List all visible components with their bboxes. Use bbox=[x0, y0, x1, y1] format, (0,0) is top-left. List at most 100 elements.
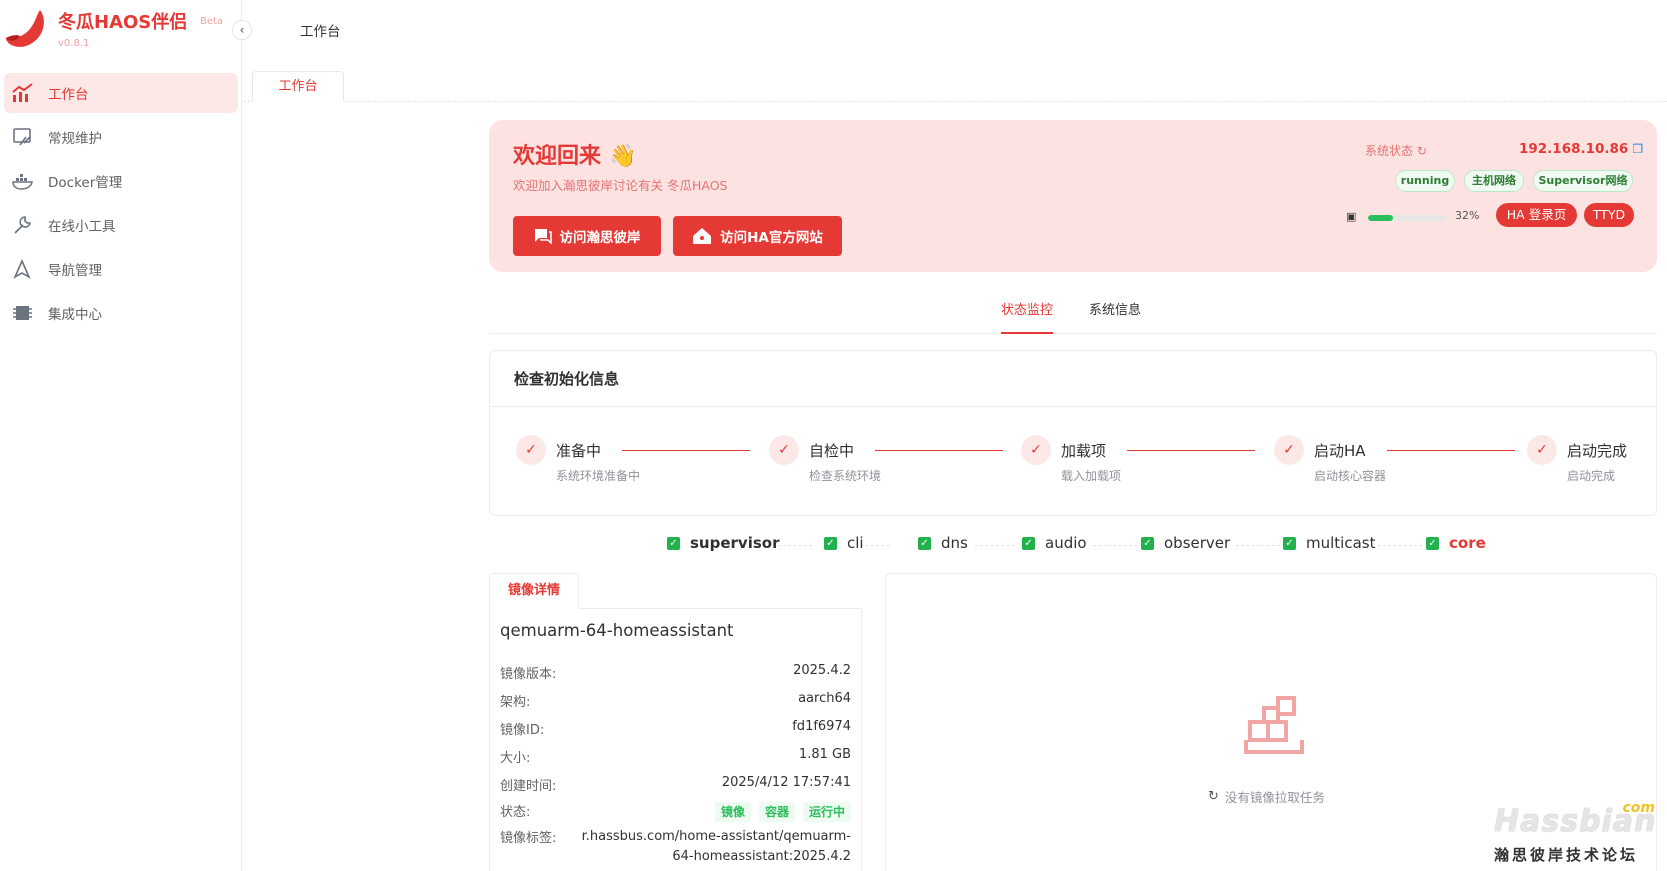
copy-icon[interactable]: ❐ bbox=[1632, 142, 1643, 156]
welcome-banner: 欢迎回来 👋 欢迎加入瀚思彼岸讨论有关 冬瓜HAOS 访问瀚思彼岸 访问HA官方网… bbox=[489, 120, 1657, 272]
detail-value: 1.81 GB bbox=[798, 747, 851, 762]
check-icon: ✓ bbox=[516, 435, 546, 465]
status-badge-container: 容器 bbox=[758, 802, 795, 822]
navigation-icon bbox=[12, 258, 38, 280]
detail-value: 2025/4/12 17:57:41 bbox=[721, 775, 851, 790]
sidebar-item-navigation[interactable]: 导航管理 bbox=[4, 249, 238, 289]
step-desc: 检查系统环境 bbox=[809, 469, 882, 483]
image-detail-card: qemuarm-64-homeassistant 镜像版本: 2025.4.2 … bbox=[489, 608, 862, 871]
tab-system-info[interactable]: 系统信息 bbox=[1089, 300, 1141, 334]
disk-usage-fill bbox=[1368, 215, 1393, 221]
app-title: 冬瓜HAOS伴侣 bbox=[58, 12, 188, 33]
step-desc: 系统环境准备中 bbox=[556, 469, 641, 483]
step-title: 自检中 bbox=[809, 442, 855, 460]
boxes-icon bbox=[1244, 696, 1304, 754]
detail-row-status: 状态: 镜像 容器 运行中 bbox=[500, 801, 851, 822]
loading-icon: ↻ bbox=[1208, 789, 1219, 804]
detail-value: 2025.4.2 bbox=[793, 663, 851, 678]
divider bbox=[1093, 545, 1137, 546]
tab-status-monitor[interactable]: 状态监控 bbox=[1001, 300, 1054, 334]
image-name: qemuarm-64-homeassistant bbox=[500, 621, 734, 640]
page-title: 工作台 bbox=[300, 24, 341, 40]
sidebar-item-label: 导航管理 bbox=[48, 263, 102, 279]
chat-icon bbox=[534, 228, 552, 244]
sidebar-item-integration[interactable]: 集成中心 bbox=[4, 293, 238, 333]
status-badge-running: 运行中 bbox=[802, 802, 851, 822]
sidebar-collapse-button[interactable]: ‹ bbox=[232, 20, 252, 40]
disk-usage-bar bbox=[1368, 215, 1446, 221]
watermark: Hassbian com 瀚思彼岸技术论坛 bbox=[1490, 800, 1655, 868]
detail-row-version: 镜像版本: 2025.4.2 bbox=[500, 663, 851, 683]
sidebar-item-label: 集成中心 bbox=[48, 307, 102, 323]
step-title: 启动HA bbox=[1314, 442, 1366, 460]
sidebar-item-label: 常规维护 bbox=[48, 131, 102, 147]
status-tags: 镜像 容器 运行中 bbox=[707, 802, 851, 822]
ha-login-button[interactable]: HA 登录页 bbox=[1496, 203, 1577, 227]
sidebar-item-docker[interactable]: Docker管理 bbox=[4, 161, 238, 201]
waving-hand-icon: 👋 bbox=[609, 144, 637, 169]
container-core: ✓ core bbox=[1426, 534, 1486, 552]
sidebar-item-dashboard[interactable]: 工作台 bbox=[4, 73, 238, 113]
detail-label: 创建时间: bbox=[500, 779, 557, 794]
watermark-com: com bbox=[1622, 800, 1655, 816]
step-title: 启动完成 bbox=[1567, 442, 1628, 460]
container-observer: ✓ observer bbox=[1141, 534, 1230, 552]
system-status-label[interactable]: 系统状态 ↻ bbox=[1365, 142, 1427, 159]
status-badge-image: 镜像 bbox=[714, 802, 751, 822]
beta-badge: Beta bbox=[200, 16, 224, 27]
visit-forum-label: 访问瀚思彼岸 bbox=[559, 230, 641, 246]
check-icon: ✓ bbox=[1021, 435, 1051, 465]
wrench-icon bbox=[12, 214, 38, 236]
container-multicast: ✓ multicast bbox=[1283, 534, 1375, 552]
init-check-title: 检查初始化信息 bbox=[490, 351, 1656, 407]
sidebar-item-tools[interactable]: 在线小工具 bbox=[4, 205, 238, 245]
container-cli: ✓ cli bbox=[824, 534, 864, 552]
step-connector bbox=[1387, 450, 1515, 451]
step-title: 加载项 bbox=[1061, 442, 1107, 460]
detail-row-arch: 架构: aarch64 bbox=[500, 691, 851, 711]
visit-forum-button[interactable]: 访问瀚思彼岸 bbox=[513, 216, 661, 256]
divider bbox=[1378, 545, 1422, 546]
check-icon: ✓ bbox=[1527, 435, 1557, 465]
detail-value: fd1f6974 bbox=[792, 719, 851, 734]
docker-icon bbox=[12, 170, 38, 192]
dashboard-chart-icon bbox=[12, 82, 38, 104]
visit-ha-button[interactable]: 访问HA官方网站 bbox=[673, 216, 842, 256]
detail-row-size: 大小: 1.81 GB bbox=[500, 747, 851, 767]
refresh-icon: ↻ bbox=[1416, 144, 1427, 158]
sidebar-item-label: Docker管理 bbox=[48, 175, 123, 191]
detail-value: r.hassbus.com/home-assistant/qemuarm-64-… bbox=[581, 829, 851, 864]
step-desc: 载入加载项 bbox=[1061, 469, 1122, 483]
detail-label: 状态: bbox=[500, 805, 531, 820]
page-tabbar: 工作台 bbox=[243, 66, 1667, 102]
status-badge-running: running bbox=[1395, 170, 1455, 192]
sidebar-item-label: 工作台 bbox=[48, 87, 89, 103]
container-dns: ✓ dns bbox=[918, 534, 968, 552]
step-desc: 启动完成 bbox=[1567, 469, 1616, 483]
detail-value: aarch64 bbox=[798, 691, 851, 706]
welcome-subtitle: 欢迎加入瀚思彼岸讨论有关 冬瓜HAOS bbox=[513, 178, 728, 193]
detail-label: 镜像版本: bbox=[500, 667, 557, 682]
detail-label: 镜像标签: bbox=[500, 831, 557, 846]
step-title: 准备中 bbox=[556, 442, 602, 460]
visit-ha-label: 访问HA官方网站 bbox=[720, 230, 823, 246]
checkbox-icon: ✓ bbox=[824, 536, 837, 550]
brand: 冬瓜HAOS伴侣 Beta v0.8.1 bbox=[0, 0, 242, 60]
checkbox-icon: ✓ bbox=[1426, 536, 1439, 550]
checkbox-icon: ✓ bbox=[667, 536, 680, 550]
tab-dashboard[interactable]: 工作台 bbox=[252, 71, 344, 102]
checkbox-icon: ✓ bbox=[1141, 536, 1154, 550]
container-supervisor: ✓ supervisor bbox=[667, 534, 779, 552]
detail-label: 大小: bbox=[500, 751, 531, 766]
sidebar-item-maintenance[interactable]: 常规维护 bbox=[4, 117, 238, 157]
welcome-title: 欢迎回来 👋 bbox=[513, 138, 636, 170]
ip-address: 192.168.10.86 ❐ bbox=[1519, 141, 1644, 157]
maintenance-icon bbox=[12, 126, 38, 148]
status-badge-host-network: 主机网络 bbox=[1464, 170, 1524, 192]
detail-label: 架构: bbox=[500, 695, 531, 710]
chevron-left-icon: ‹ bbox=[239, 23, 245, 37]
welcome-title-text: 欢迎回来 bbox=[513, 144, 602, 169]
init-check-card: 检查初始化信息 ✓ 准备中 系统环境准备中 ✓ 自检中 检查系统环境 ✓ 加载项… bbox=[489, 350, 1657, 516]
tab-image-detail[interactable]: 镜像详情 bbox=[489, 573, 579, 609]
ttyd-button[interactable]: TTYD bbox=[1584, 203, 1634, 227]
